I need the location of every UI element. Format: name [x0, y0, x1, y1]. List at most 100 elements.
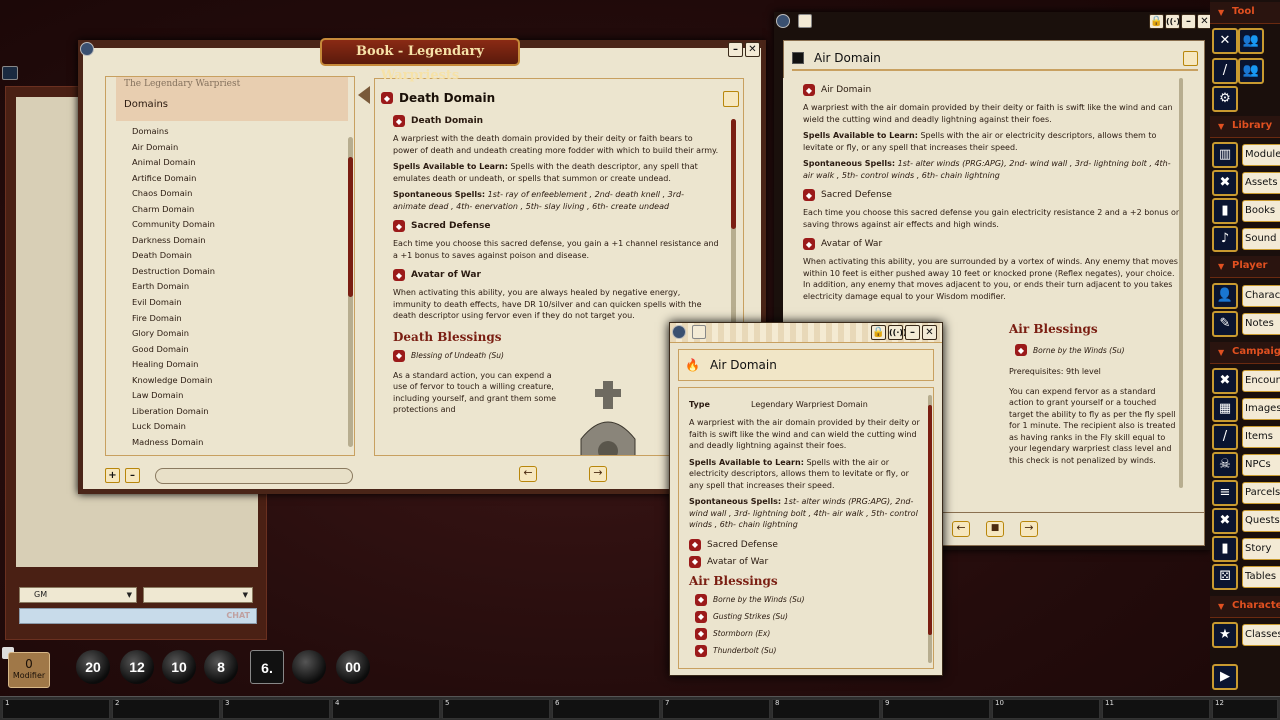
- hotkey-slot[interactable]: 6: [552, 699, 660, 719]
- lock-icon[interactable]: 🔒: [1149, 14, 1164, 29]
- record-icon[interactable]: [792, 52, 804, 64]
- link-icon[interactable]: ◆: [695, 610, 707, 623]
- sidebar-item-tables[interactable]: ⚄ Tables: [1212, 564, 1280, 590]
- blessing-link[interactable]: Blessing of Undeath (Su): [411, 350, 504, 361]
- link-icon[interactable]: ◆: [393, 269, 405, 281]
- link-icon[interactable]: ◆: [393, 349, 405, 362]
- hotkey-slot[interactable]: 4: [332, 699, 440, 719]
- toc-item[interactable]: Good Domain: [132, 342, 215, 358]
- link-icon[interactable]: ◆: [689, 555, 701, 568]
- hotkey-slot[interactable]: 3: [222, 699, 330, 719]
- lock-icon[interactable]: 🔒: [871, 325, 886, 340]
- link-icon[interactable]: ◆: [393, 115, 405, 127]
- toc-item[interactable]: Artifice Domain: [132, 171, 215, 187]
- toc-book-title[interactable]: The Legendary Warpriest: [124, 79, 240, 89]
- sidebar-category-library[interactable]: ▼ Library: [1210, 116, 1280, 138]
- share-icon[interactable]: ((·)): [888, 325, 907, 340]
- section-title[interactable]: Sacred Defense: [821, 190, 892, 200]
- sidebar-category-player[interactable]: ▼ Player: [1210, 256, 1280, 278]
- sidebar-category-tool[interactable]: ▼ Tool: [1210, 2, 1280, 24]
- hotkey-slot[interactable]: 9: [882, 699, 990, 719]
- link-icon[interactable]: ◆: [393, 220, 405, 232]
- hotkey-slot[interactable]: 12: [1212, 699, 1278, 719]
- tool-button[interactable]: ✕: [1212, 28, 1238, 54]
- link-icon[interactable]: ◆: [689, 538, 701, 551]
- open-link-icon[interactable]: [723, 91, 739, 107]
- d8-die[interactable]: 8: [204, 650, 238, 684]
- toc-item[interactable]: Charm Domain: [132, 202, 215, 218]
- sidebar-category-campaign[interactable]: ▼ Campaign: [1210, 342, 1280, 364]
- toc-item[interactable]: Death Domain: [132, 248, 215, 264]
- toc-item[interactable]: Fire Domain: [132, 311, 215, 327]
- toc-item[interactable]: Community Domain: [132, 217, 215, 233]
- sidebar-category-character[interactable]: ▼ Character: [1210, 596, 1280, 618]
- hotkey-slot[interactable]: 10: [992, 699, 1100, 719]
- toc-item[interactable]: Madness Domain: [132, 435, 215, 451]
- blessing-link[interactable]: Borne by the Winds (Su): [713, 595, 805, 604]
- toc-item[interactable]: Evil Domain: [132, 295, 215, 311]
- link-icon[interactable]: ◆: [695, 644, 707, 657]
- blessing-link[interactable]: Borne by the Winds (Su): [1033, 346, 1125, 355]
- chat-input[interactable]: CHAT: [19, 608, 257, 624]
- air-scrollbar[interactable]: [1179, 78, 1183, 488]
- hotkey-slot[interactable]: 8: [772, 699, 880, 719]
- chat-toggle-icon[interactable]: [2, 66, 18, 80]
- popup-scrollbar[interactable]: [928, 395, 932, 663]
- toc-item[interactable]: Domains: [132, 124, 215, 140]
- link-icon[interactable]: [672, 325, 686, 339]
- minimize-button[interactable]: –: [1181, 14, 1196, 29]
- d10-die[interactable]: 10: [162, 650, 196, 684]
- hotkey-slot[interactable]: 1: [2, 699, 110, 719]
- d100-die[interactable]: 00: [336, 650, 370, 684]
- d20-die[interactable]: 20: [76, 650, 110, 684]
- sidebar-scroll-button[interactable]: ▶: [1212, 664, 1238, 690]
- link-icon[interactable]: ◆: [803, 84, 815, 96]
- collapse-toc-arrow-icon[interactable]: [358, 86, 370, 104]
- sidebar-item-modules[interactable]: ▥Modules: [1212, 142, 1280, 168]
- tool-button[interactable]: 👥: [1238, 58, 1276, 84]
- sidebar-item-classes[interactable]: ★ Classes: [1212, 622, 1280, 648]
- toc-item[interactable]: Chaos Domain: [132, 186, 215, 202]
- section-link[interactable]: Avatar of War: [707, 557, 768, 567]
- share-icon[interactable]: ((·)): [1165, 14, 1184, 29]
- tool-button[interactable]: /: [1212, 58, 1238, 84]
- link-icon[interactable]: [80, 42, 94, 56]
- next-page-button[interactable]: →: [1020, 521, 1038, 537]
- section-title[interactable]: Avatar of War: [411, 270, 481, 280]
- toc-item[interactable]: Healing Domain: [132, 357, 215, 373]
- minimize-button[interactable]: –: [905, 325, 920, 340]
- previous-page-button[interactable]: ←: [519, 466, 537, 482]
- hotkey-slot[interactable]: 11: [1102, 699, 1210, 719]
- hotkey-slot[interactable]: 2: [112, 699, 220, 719]
- page-scroll-thumb[interactable]: [731, 119, 736, 229]
- book-icon[interactable]: [798, 14, 812, 28]
- previous-page-button[interactable]: ←: [952, 521, 970, 537]
- sidebar-item-npcs[interactable]: ☠ NPCs: [1212, 452, 1280, 478]
- hotkey-slot[interactable]: 7: [662, 699, 770, 719]
- sidebar-item-parcels[interactable]: ≡ Parcels: [1212, 480, 1280, 506]
- toc-item[interactable]: Glory Domain: [132, 326, 215, 342]
- toc-item[interactable]: Air Domain: [132, 140, 215, 156]
- sidebar-item-story[interactable]: ▮ Story: [1212, 536, 1280, 562]
- toc-item[interactable]: Law Domain: [132, 388, 215, 404]
- link-icon[interactable]: ◆: [695, 593, 707, 606]
- language-dropdown[interactable]: ▼: [143, 587, 253, 603]
- index-button[interactable]: ■: [986, 521, 1004, 537]
- toc-item[interactable]: Liberation Domain: [132, 404, 215, 420]
- section-title[interactable]: Death Domain: [411, 116, 483, 126]
- tool-button[interactable]: ⚙: [1212, 86, 1238, 112]
- minimize-button[interactable]: –: [728, 42, 743, 57]
- d12-die[interactable]: 12: [120, 650, 154, 684]
- link-icon[interactable]: [776, 14, 790, 28]
- sidebar-item-images[interactable]: ▦ Images: [1212, 396, 1280, 422]
- toc-item[interactable]: Animal Domain: [132, 155, 215, 171]
- toc-scroll-thumb[interactable]: [348, 157, 353, 297]
- blessing-link[interactable]: Gusting Strikes (Su): [713, 612, 788, 621]
- toc-item[interactable]: Darkness Domain: [132, 233, 215, 249]
- link-icon[interactable]: ◆: [803, 238, 815, 250]
- close-button[interactable]: ✕: [745, 42, 760, 57]
- section-link[interactable]: Sacred Defense: [707, 540, 778, 550]
- sidebar-item-character[interactable]: 👤Character: [1212, 283, 1280, 309]
- sidebar-item-assets[interactable]: ✖ Assets: [1212, 170, 1280, 196]
- search-input[interactable]: [155, 468, 353, 484]
